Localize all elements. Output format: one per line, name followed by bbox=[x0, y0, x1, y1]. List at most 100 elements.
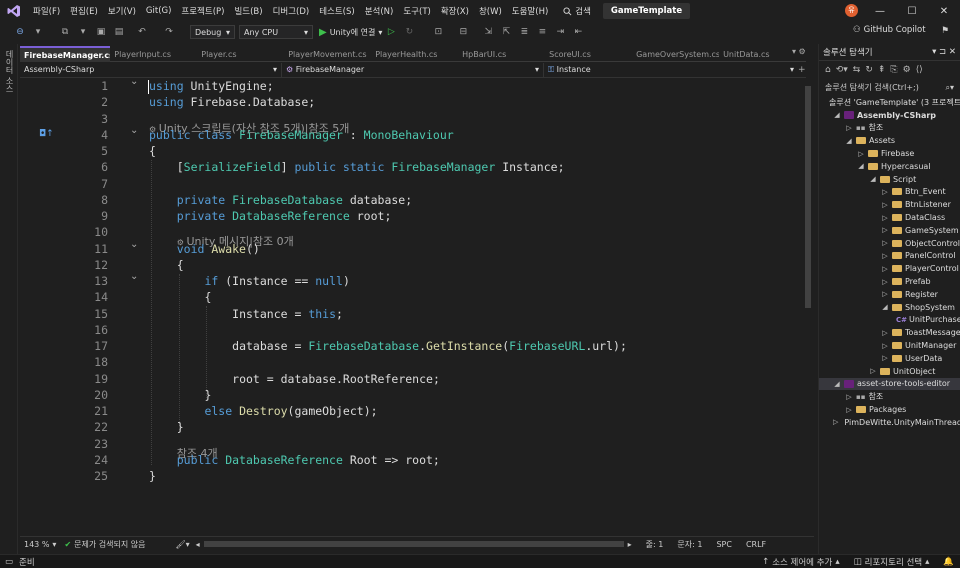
collapsed-arrow-icon[interactable]: ▷ bbox=[881, 278, 889, 286]
expanded-arrow-icon[interactable]: ◢ bbox=[833, 380, 841, 388]
vertical-scrollbar[interactable] bbox=[802, 78, 814, 535]
menu-item[interactable]: 테스트(S) bbox=[314, 5, 360, 17]
tree-node[interactable]: ▷ PlayerControl bbox=[819, 262, 960, 275]
menu-item[interactable]: 창(W) bbox=[474, 5, 507, 17]
tree-node[interactable]: ▷ UnitManager bbox=[819, 339, 960, 352]
toolbar-icon-b[interactable]: ⊟ bbox=[455, 24, 471, 40]
open-file-icon[interactable]: ▾ bbox=[75, 24, 91, 40]
solution-node[interactable]: 솔루션 'GameTemplate' (3 프로젝트) bbox=[819, 96, 960, 109]
code-line[interactable]: { bbox=[149, 144, 156, 158]
char-indicator[interactable]: 문자: 1 bbox=[677, 539, 702, 550]
tree-node[interactable]: ▷ ▪▪ 참조 bbox=[819, 390, 960, 403]
type-dropdown[interactable]: ⚙ FirebaseManager ▾ bbox=[282, 62, 544, 77]
repo-select-button[interactable]: 리포지토리 선택 bbox=[865, 556, 922, 568]
tree-node[interactable]: ▷ ToastMessage bbox=[819, 326, 960, 339]
eol-indicator[interactable]: CRLF bbox=[746, 540, 766, 549]
sync-icon[interactable]: ⟲▾ bbox=[836, 65, 848, 75]
chevron-down-icon[interactable]: ▾ bbox=[52, 540, 56, 549]
menu-item[interactable]: 편집(E) bbox=[65, 5, 103, 17]
tab-list-dropdown-icon[interactable]: ▾ ⚙ bbox=[792, 47, 806, 56]
tree-node[interactable]: ▷ GameSystem bbox=[819, 224, 960, 237]
toolbar-icon-g[interactable]: ⇥ bbox=[552, 24, 568, 40]
code-line[interactable]: [SerializeField] public static FirebaseM… bbox=[177, 160, 565, 174]
platform-dropdown[interactable]: Any CPU ▾ bbox=[239, 25, 313, 39]
tree-node[interactable]: ▷ Register bbox=[819, 288, 960, 301]
undo-icon[interactable]: ↶ bbox=[134, 24, 150, 40]
home-icon[interactable]: ⌂ bbox=[825, 65, 831, 75]
tree-node[interactable]: ▷ Prefab bbox=[819, 275, 960, 288]
notification-icon[interactable]: 🔔 bbox=[943, 557, 954, 567]
line-indicator[interactable]: 줄: 1 bbox=[646, 539, 664, 550]
member-dropdown[interactable]: ⚿ Instance ▾ bbox=[544, 63, 798, 77]
configuration-dropdown[interactable]: Debug ▾ bbox=[190, 25, 235, 39]
collapsed-arrow-icon[interactable]: ▷ bbox=[845, 124, 853, 132]
panel-controls[interactable]: ▾ ⊐ ✕ bbox=[932, 47, 956, 57]
github-copilot-button[interactable]: ⚇ GitHub Copilot bbox=[853, 25, 926, 35]
tab[interactable]: ScoreUI.cs bbox=[545, 46, 632, 62]
code-line[interactable]: public DatabaseReference Root => root; bbox=[177, 453, 440, 467]
tab[interactable]: PlayerInput.cs bbox=[110, 46, 197, 62]
tree-node[interactable]: ▷ Firebase bbox=[819, 147, 960, 160]
collapsed-arrow-icon[interactable]: ▷ bbox=[881, 329, 889, 337]
toolbar-icon-c[interactable]: ⇲ bbox=[480, 24, 496, 40]
switch-views-icon[interactable]: ⇆ bbox=[853, 65, 861, 75]
collapsed-arrow-icon[interactable]: ▷ bbox=[881, 226, 889, 234]
settings-icon[interactable]: ⚙ bbox=[903, 65, 911, 75]
code-editor[interactable]: 1 2 3 4 5 6 7 8 9 10 11 12 13 14 15 16 17 18 19 20 21 22 23 24 2… bbox=[20, 78, 806, 535]
brush-icon[interactable]: 🖌▾ bbox=[175, 540, 189, 549]
collapsed-arrow-icon[interactable]: ▷ bbox=[881, 265, 889, 273]
tree-node[interactable]: ▷ ▪▪ 참조 bbox=[819, 122, 960, 135]
close-icon[interactable]: ✕ bbox=[928, 6, 960, 17]
collapse-all-icon[interactable]: ⇞ bbox=[878, 65, 886, 75]
fold-toggle-icon[interactable]: ⌄ bbox=[130, 125, 138, 136]
code-line[interactable]: } bbox=[177, 420, 184, 434]
code-line-using-unityengine[interactable]: using UnityEngine; bbox=[149, 79, 274, 93]
hot-reload-icon[interactable]: ↻ bbox=[401, 24, 417, 40]
menu-item[interactable]: 분석(N) bbox=[360, 5, 399, 17]
save-icon[interactable]: ▣ bbox=[93, 24, 109, 40]
fold-toggle-icon[interactable]: ⌄ bbox=[130, 271, 138, 282]
project-node[interactable]: ◢ asset-store-tools-editor bbox=[819, 377, 960, 391]
code-line[interactable]: else Destroy(gameObject); bbox=[204, 404, 377, 418]
menu-item[interactable]: 확장(X) bbox=[436, 5, 474, 17]
menu-item[interactable]: 파일(F) bbox=[28, 5, 65, 17]
redo-icon[interactable]: ↷ bbox=[161, 24, 177, 40]
toolbar-icon-e[interactable]: ≣ bbox=[516, 24, 532, 40]
collapsed-arrow-icon[interactable]: ▷ bbox=[881, 290, 889, 298]
tree-node[interactable]: ▷ ObjectControl bbox=[819, 237, 960, 250]
menu-item[interactable]: 보기(V) bbox=[103, 5, 141, 17]
collapsed-arrow-icon[interactable]: ▷ bbox=[881, 354, 889, 362]
expanded-arrow-icon[interactable]: ◢ bbox=[869, 175, 877, 183]
scroll-left-icon[interactable]: ◂ bbox=[196, 540, 200, 549]
tree-node[interactable]: ▷ Btn_Event bbox=[819, 186, 960, 199]
code-line[interactable]: database = FirebaseDatabase.GetInstance(… bbox=[232, 339, 627, 353]
tree-node[interactable]: ▷ Packages bbox=[819, 403, 960, 416]
issues-label[interactable]: 문제가 검색되지 않음 bbox=[74, 539, 145, 550]
avatar[interactable]: 유 bbox=[845, 4, 858, 17]
refresh-icon[interactable]: ↻ bbox=[865, 65, 873, 75]
scrollbar-thumb[interactable] bbox=[805, 86, 811, 308]
collapsed-arrow-icon[interactable]: ▷ bbox=[881, 201, 889, 209]
solution-name-badge[interactable]: GameTemplate bbox=[602, 3, 691, 19]
tree-node[interactable]: ◢ Hypercasual bbox=[819, 160, 960, 173]
file-node[interactable]: C# UnitPurchase bbox=[819, 314, 960, 327]
collapsed-arrow-icon[interactable]: ▷ bbox=[881, 188, 889, 196]
tab[interactable]: PlayerMovement.cs bbox=[284, 46, 371, 62]
zoom-level[interactable]: 143 % bbox=[24, 540, 49, 549]
code-line[interactable]: private FirebaseDatabase database; bbox=[177, 193, 412, 207]
expanded-arrow-icon[interactable]: ◢ bbox=[881, 303, 889, 311]
menu-item[interactable]: 프로젝트(P) bbox=[176, 5, 229, 17]
new-item-icon[interactable]: ⧉ bbox=[57, 24, 73, 40]
collapsed-arrow-icon[interactable]: ▷ bbox=[881, 342, 889, 350]
project-node[interactable]: ▷ PimDeWitte.UnityMainThread bbox=[819, 416, 960, 429]
preview-icon[interactable]: ⟨⟩ bbox=[916, 65, 923, 75]
horizontal-scrollbar[interactable] bbox=[203, 541, 624, 547]
expanded-arrow-icon[interactable]: ◢ bbox=[857, 162, 865, 170]
visual-studio-logo-icon[interactable] bbox=[0, 0, 28, 22]
minimize-icon[interactable]: — bbox=[864, 6, 896, 17]
solution-explorer-search[interactable]: 솔루션 탐색기 검색(Ctrl+;) ⌕▾ bbox=[822, 80, 957, 95]
code-line-class-decl[interactable]: public class FirebaseManager : MonoBehav… bbox=[149, 128, 454, 142]
code-line-using-firebase[interactable]: using Firebase.Database; bbox=[149, 95, 315, 109]
collapsed-arrow-icon[interactable]: ▷ bbox=[881, 252, 889, 260]
collapsed-arrow-icon[interactable]: ▷ bbox=[857, 150, 865, 158]
